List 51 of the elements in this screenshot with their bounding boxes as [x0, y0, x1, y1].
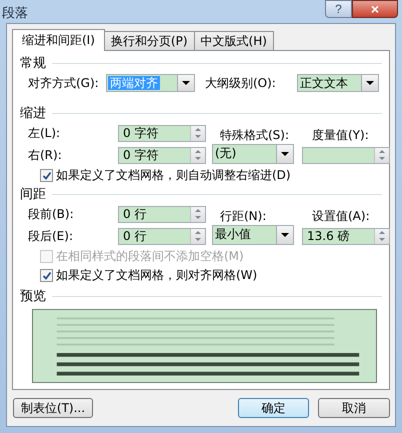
spinner-icon[interactable]	[374, 228, 389, 244]
checkbox[interactable]	[40, 169, 53, 182]
field-value: 0 行	[122, 206, 148, 222]
checkbox-label: 在相同样式的段落间不添加空格(M)	[56, 248, 244, 265]
field-label: 左(L):	[28, 124, 60, 142]
dropdown-value: 两端对齐	[108, 76, 160, 90]
field-label: 右(R):	[28, 146, 62, 164]
spinner-icon[interactable]	[190, 148, 205, 162]
spin-field[interactable]: 13.6 磅	[302, 228, 390, 244]
spin-field[interactable]: 0 字符	[118, 146, 206, 164]
dropdown-value: 最小值	[214, 226, 252, 243]
field-label: 度量值(Y):	[312, 127, 369, 144]
checkbox-label: 如果定义了文档网格，则对齐网格(W)	[56, 267, 258, 284]
spin-field[interactable]	[302, 146, 390, 164]
special-format-dropdown[interactable]: (无)	[212, 144, 294, 164]
field-value: 0 行	[122, 228, 148, 244]
tab[interactable]: 缩进和间距(I)	[12, 29, 105, 51]
spin-field[interactable]: 0 行	[118, 206, 206, 222]
line-spacing-dropdown[interactable]: 最小值	[212, 225, 294, 245]
field-label: 对齐方式(G):	[27, 74, 100, 92]
spin-field[interactable]: 0 行	[118, 228, 206, 244]
section-heading: 预览	[20, 288, 46, 305]
window-title: 段落	[2, 5, 28, 22]
dropdown-value: 正文文本	[299, 75, 349, 91]
tab[interactable]: 中文版式(H)	[194, 31, 274, 50]
spinner-icon[interactable]	[190, 228, 205, 244]
help-button[interactable]: ?	[325, 0, 352, 18]
field-value: 13.6 磅	[306, 228, 351, 244]
section-heading: 常规	[20, 55, 46, 72]
section-heading: 间距	[20, 186, 46, 203]
field-label: 设置值(A):	[312, 208, 370, 225]
checkbox[interactable]	[40, 269, 53, 282]
field-label: 大纲级别(O):	[205, 74, 277, 92]
field-value: 0 字符	[122, 126, 160, 140]
field-label: 行距(N):	[220, 208, 266, 225]
spinner-icon[interactable]	[190, 126, 205, 140]
dropdown-value: (无)	[214, 145, 238, 162]
field-label: 段后(E):	[28, 228, 73, 244]
spinner-icon[interactable]	[190, 206, 205, 222]
dialog-button[interactable]: 确定	[238, 398, 309, 418]
dialog-button[interactable]: 取消	[318, 398, 390, 418]
spin-field[interactable]: 0 字符	[118, 124, 206, 142]
outline-level-dropdown[interactable]: 正文文本	[297, 74, 379, 92]
field-label: 特殊格式(S):	[220, 127, 290, 144]
field-label: 段前(B):	[28, 206, 74, 222]
field-value: 0 字符	[122, 148, 160, 162]
tab[interactable]: 换行和分页(P)	[104, 31, 195, 50]
dialog-button[interactable]: 制表位(T)...	[13, 398, 93, 418]
section-heading: 缩进	[20, 105, 46, 122]
spinner-icon[interactable]	[374, 148, 389, 162]
checkbox-label: 如果定义了文档网格，则自动调整右缩进(D)	[56, 167, 291, 184]
